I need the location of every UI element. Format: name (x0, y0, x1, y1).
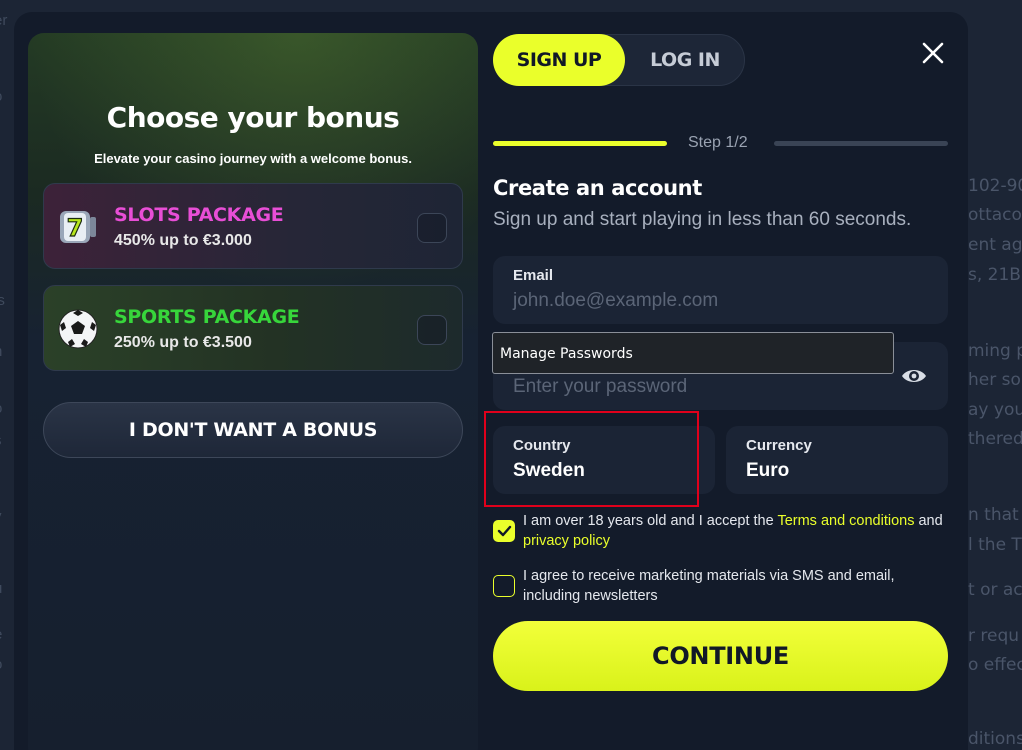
bg-fragment: n (0, 343, 2, 360)
bg-fragment: y (0, 508, 2, 525)
password-input[interactable]: Enter your password (513, 376, 687, 398)
bg-fragment: o (0, 400, 2, 417)
bg-fragment: ls (0, 292, 5, 309)
bg-fragment: s, 21B, (968, 265, 1022, 285)
bg-fragment: thered (968, 429, 1022, 449)
email-field[interactable]: Email john.doe@example.com (493, 256, 948, 324)
terms-text: I am over 18 years old and I accept the … (523, 511, 953, 551)
terms-prefix: I am over 18 years old and I accept the (523, 513, 778, 529)
bg-fragment: s (0, 432, 2, 449)
bg-fragment: l the T (968, 535, 1022, 555)
close-icon[interactable] (918, 38, 948, 68)
bg-fragment: o (0, 656, 2, 673)
bonus-title: Choose your bonus (106, 101, 400, 134)
email-label: Email (513, 267, 554, 284)
highlight-box (484, 411, 699, 507)
privacy-policy-link[interactable]: privacy policy (523, 533, 610, 549)
bg-fragment: e (0, 626, 2, 643)
package-offer: 450% up to €3.000 (114, 232, 252, 249)
bg-fragment: ming p (968, 341, 1022, 361)
bg-fragment: her so (968, 370, 1021, 390)
checkmark-icon (497, 525, 512, 537)
bg-fragment: ay you (968, 400, 1022, 420)
no-bonus-button[interactable]: I DON'T WANT A BONUS (43, 402, 463, 458)
package-name: SLOTS PACKAGE (114, 204, 284, 226)
package-name: SPORTS PACKAGE (114, 306, 300, 328)
currency-value: Euro (746, 460, 790, 481)
tab-log-in[interactable]: LOG IN (625, 34, 745, 86)
slots-package-card[interactable]: 7 SLOTS PACKAGE 450% up to €3.000 (43, 183, 463, 269)
background-page-left: er o l r ls i s n o r i y u e o (0, 0, 14, 750)
form-subtitle: Sign up and start playing in less than 6… (493, 209, 912, 230)
slots-package-checkbox[interactable] (417, 213, 447, 243)
sports-package-checkbox[interactable] (417, 315, 447, 345)
bg-fragment: t or ac (968, 580, 1022, 600)
terms-checkbox[interactable] (493, 520, 515, 542)
bonus-subtitle: Elevate your casino journey with a welco… (94, 151, 412, 166)
tab-sign-up[interactable]: SIGN UP (493, 34, 625, 86)
terms-middle: and (914, 513, 943, 529)
manage-passwords-popup[interactable]: Manage Passwords (492, 332, 894, 374)
step-progress-pending (774, 141, 948, 146)
soccer-ball-icon (58, 309, 98, 349)
continue-button[interactable]: CONTINUE (493, 621, 948, 691)
step-progress-active (493, 141, 667, 146)
marketing-text: I agree to receive marketing materials v… (523, 568, 895, 604)
currency-select[interactable]: Currency Euro (726, 426, 948, 494)
step-indicator: Step 1/2 (688, 134, 748, 151)
currency-label: Currency (746, 437, 812, 454)
form-title: Create an account (493, 176, 702, 200)
email-input[interactable]: john.doe@example.com (513, 290, 718, 312)
auth-tabs: SIGN UP LOG IN (493, 34, 745, 86)
eye-icon[interactable] (900, 364, 928, 388)
bg-fragment: o effec (968, 655, 1022, 675)
bg-fragment: ditions (968, 729, 1022, 749)
sports-package-card[interactable]: SPORTS PACKAGE 250% up to €3.500 (43, 285, 463, 371)
bg-fragment: o (0, 88, 2, 105)
bg-fragment: u (0, 580, 2, 597)
bg-fragment: 102-90 (968, 176, 1022, 196)
bg-fragment: n that v (968, 505, 1022, 525)
svg-text:7: 7 (67, 214, 84, 242)
marketing-checkbox[interactable] (493, 575, 515, 597)
terms-link[interactable]: Terms and conditions (777, 513, 914, 529)
slot-seven-icon: 7 (60, 211, 96, 243)
package-offer: 250% up to €3.500 (114, 334, 252, 351)
bg-fragment: er (0, 12, 8, 29)
bg-fragment: r requ (968, 626, 1020, 646)
bg-fragment: ottaco (968, 205, 1022, 225)
bg-fragment: ent age (968, 235, 1022, 255)
bonus-panel: Choose your bonus Elevate your casino jo… (28, 33, 478, 750)
